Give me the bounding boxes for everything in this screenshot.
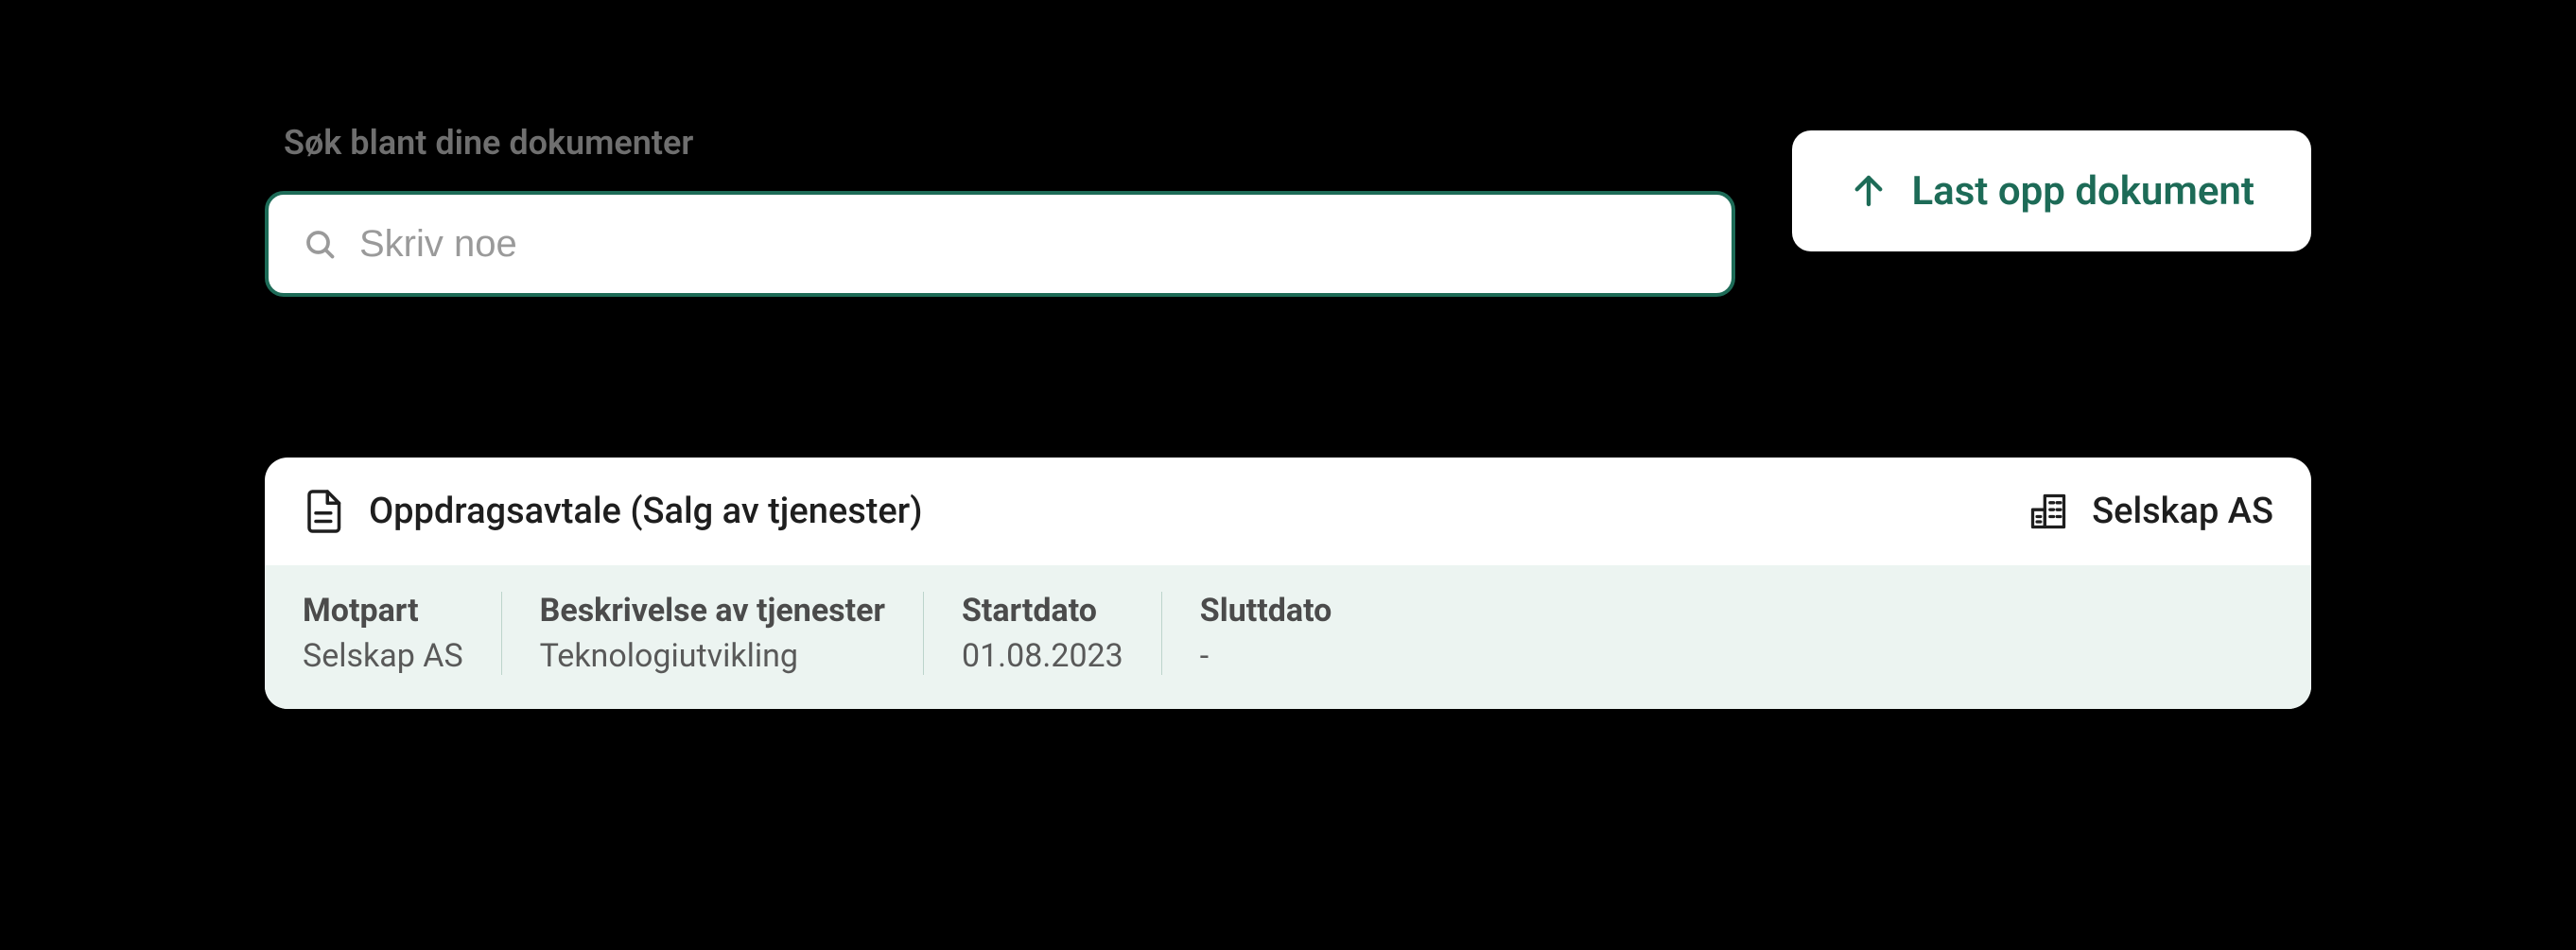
top-row: Søk blant dine dokumenter Last opp dokum… xyxy=(265,123,2311,297)
field-sluttdato: Sluttdato - xyxy=(1162,592,1370,675)
field-value: 01.08.2023 xyxy=(962,637,1123,675)
document-card-body: Motpart Selskap AS Beskrivelse av tjenes… xyxy=(265,565,2311,709)
document-card-header: Oppdragsavtale (Salg av tjenester) Selsk… xyxy=(265,458,2311,565)
search-label: Søk blant dine dokumenter xyxy=(284,123,1735,163)
document-icon xyxy=(303,488,342,535)
search-input-container[interactable] xyxy=(265,191,1735,297)
field-label: Beskrivelse av tjenester xyxy=(540,592,885,630)
field-motpart: Motpart Selskap AS xyxy=(303,592,502,675)
company-icon xyxy=(2028,491,2069,532)
search-block: Søk blant dine dokumenter xyxy=(265,123,1735,297)
upload-document-button[interactable]: Last opp dokument xyxy=(1792,130,2311,251)
document-company-group: Selskap AS xyxy=(2028,491,2273,532)
field-label: Sluttdato xyxy=(1200,592,1332,630)
field-value: Selskap AS xyxy=(303,637,463,675)
field-label: Motpart xyxy=(303,592,463,630)
field-startdato: Startdato 01.08.2023 xyxy=(924,592,1162,675)
document-title: Oppdragsavtale (Salg av tjenester) xyxy=(369,491,923,532)
field-beskrivelse: Beskrivelse av tjenester Teknologiutvikl… xyxy=(502,592,924,675)
document-card[interactable]: Oppdragsavtale (Salg av tjenester) Selsk… xyxy=(265,458,2311,709)
search-input[interactable] xyxy=(359,223,1697,266)
upload-icon xyxy=(1849,171,1888,211)
search-icon xyxy=(303,227,337,261)
document-title-group: Oppdragsavtale (Salg av tjenester) xyxy=(303,488,923,535)
field-value: Teknologiutvikling xyxy=(540,637,885,675)
field-value: - xyxy=(1200,637,1332,675)
document-company-name: Selskap AS xyxy=(2092,491,2273,532)
upload-button-label: Last opp dokument xyxy=(1911,168,2254,215)
field-label: Startdato xyxy=(962,592,1123,630)
